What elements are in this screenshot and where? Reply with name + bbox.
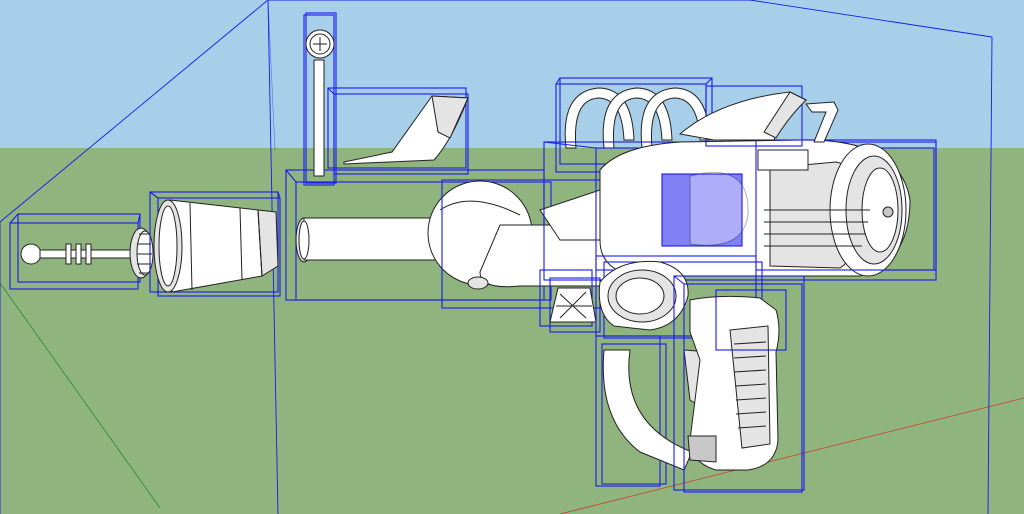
modeling-scene[interactable] [0, 0, 1024, 514]
sky [0, 0, 1024, 150]
mesh-window[interactable] [661, 171, 749, 247]
3d-viewport[interactable] [0, 0, 1024, 514]
